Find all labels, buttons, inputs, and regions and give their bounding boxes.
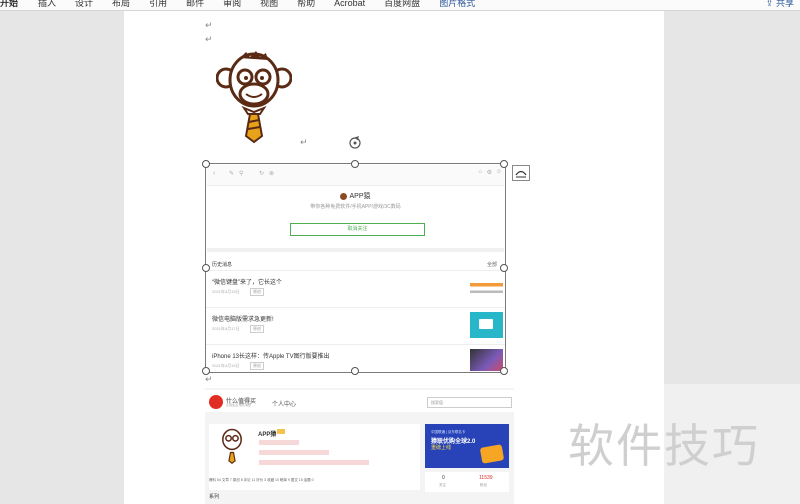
user-profile-card: APP猿 爆料 54 文章 7 原创 8 评论 11 好价 3 收藏 10 晒单… <box>209 424 420 490</box>
original-tag: 原创 <box>250 288 264 296</box>
article-title: 微信电脑版需求急更新! <box>212 317 274 323</box>
blurred-text <box>259 450 329 455</box>
tab-acrobat[interactable]: Acrobat <box>334 0 365 9</box>
layout-options-icon <box>515 170 527 178</box>
banner-subtitle: 重磅上线 <box>431 445 452 451</box>
share-icon: ⇪ <box>765 0 774 8</box>
personal-center-link[interactable]: 个人中心 <box>272 399 296 408</box>
share-label: 共享 <box>775 0 794 8</box>
resize-handle-bottom[interactable] <box>351 367 359 375</box>
paragraph-mark: ↵ <box>300 137 308 147</box>
paragraph-mark: ↵ <box>205 20 213 30</box>
tab-layout[interactable]: 布局 <box>112 0 130 9</box>
tab-design[interactable]: 设计 <box>75 0 93 9</box>
following-count: 0 <box>442 475 445 481</box>
app-avatar-icon <box>340 192 348 200</box>
close-icon: ⊗ <box>269 171 275 177</box>
banner-illustration <box>479 444 505 464</box>
resize-handle-top-right[interactable] <box>500 160 508 168</box>
history-messages-title: 历史消息 <box>212 262 233 268</box>
tab-picture-format[interactable]: 图片格式 <box>439 0 475 9</box>
app-name: APP猿 <box>206 191 505 201</box>
follow-count-box: 0 11539 关注 粉丝 <box>425 472 509 492</box>
tab-review[interactable]: 审阅 <box>223 0 241 9</box>
promo-banner[interactable]: 中国联通 | 京东联名卡 猿联优购全球2.0 重磅上线 <box>425 424 509 468</box>
tab-view[interactable]: 视图 <box>260 0 278 9</box>
user-stats-row: 爆料 54 文章 7 原创 8 评论 11 好价 3 收藏 10 晒单 9 图文… <box>209 478 314 482</box>
blurred-text <box>259 440 299 445</box>
list-item[interactable]: 微信电脑版需求急更新! 2021年4月17日 原创 <box>206 307 505 344</box>
user-avatar <box>222 428 242 464</box>
article-thumbnail <box>470 275 503 301</box>
refresh-icon: ↻ <box>259 171 265 177</box>
article-thumbnail <box>470 349 503 371</box>
resize-handle-left[interactable] <box>202 264 210 272</box>
original-tag: 原创 <box>250 325 264 333</box>
article-title: “微信键盘”来了，它长这个 <box>212 280 282 286</box>
user-name: APP猿 <box>258 432 277 438</box>
smzdm-logo-icon <box>209 395 223 409</box>
home-icon: ⌂ <box>478 169 482 175</box>
article-date: 2021年4月15日 <box>212 363 240 368</box>
smzdm-header: 什么值得买 认真生活 快乐消费 个人中心 搜索值 <box>205 390 514 412</box>
rotate-handle-icon[interactable] <box>348 136 362 150</box>
app-description: 带你各种免费软件/手机APP/游戏/3C数码 <box>310 204 401 210</box>
following-label: 关注 <box>439 483 446 487</box>
article-date: 2021年4月19日 <box>212 289 240 294</box>
site-slogan: 认真生活 快乐消费 <box>226 403 251 407</box>
monkey-logo-image[interactable] <box>216 50 292 144</box>
resize-handle-top[interactable] <box>351 160 359 168</box>
paragraph-mark: ↵ <box>205 34 213 44</box>
unfollow-button[interactable]: 取消关注 <box>290 223 425 236</box>
ribbon-tab-list: 开始 插入 设计 布局 引用 邮件 审阅 视图 帮助 Acrobat 百度网盘 … <box>0 0 475 9</box>
tab-insert[interactable]: 插入 <box>38 0 56 9</box>
level-badge <box>277 429 286 434</box>
tab-references[interactable]: 引用 <box>149 0 167 9</box>
resize-handle-right[interactable] <box>500 264 508 272</box>
original-tag: 原创 <box>250 362 264 370</box>
follower-label: 粉丝 <box>480 483 487 487</box>
article-thumbnail <box>470 312 503 338</box>
smzdm-screenshot-image[interactable]: 什么值得买 认真生活 快乐消费 个人中心 搜索值 APP猿 爆料 54 文章 7… <box>205 388 514 504</box>
monitor-shape <box>479 319 493 329</box>
list-item[interactable]: iPhone 13长这样：传Apple TV图行版要推出 2021年4月15日 … <box>206 344 505 381</box>
phone-browser-toolbar: ‹ ✎ ⚲ ↻ ⊗ ⌂ ⚙ ☺ <box>207 165 504 186</box>
user-icon: ☺ <box>495 169 502 175</box>
tab-home[interactable]: 开始 <box>0 0 18 9</box>
section-divider <box>207 248 504 252</box>
search-input[interactable]: 搜索值 <box>427 397 512 408</box>
tab-help[interactable]: 帮助 <box>297 0 315 9</box>
resize-handle-bottom-left[interactable] <box>202 367 210 375</box>
article-title: iPhone 13长这样：传Apple TV图行版要推出 <box>212 354 330 360</box>
series-label: 系列 <box>209 494 220 500</box>
layout-options-button[interactable] <box>512 165 530 181</box>
share-button[interactable]: ⇪ 共享 <box>766 0 794 9</box>
resize-handle-top-left[interactable] <box>202 160 210 168</box>
watermark-text: 软件技巧 <box>568 419 760 473</box>
link-icon: ⚲ <box>239 171 244 177</box>
banner-small-text: 中国联通 | 京东联名卡 <box>431 430 466 434</box>
tab-baidu-netdisk[interactable]: 百度网盘 <box>384 0 420 9</box>
selected-screenshot-image[interactable]: ‹ ✎ ⚲ ↻ ⊗ ⌂ ⚙ ☺ APP猿 带你各种免费软件/手机APP/游戏/3… <box>205 163 506 373</box>
resize-handle-bottom-right[interactable] <box>500 367 508 375</box>
settings-icon: ⚙ <box>486 170 492 176</box>
tab-mailings[interactable]: 邮件 <box>186 0 204 9</box>
list-item[interactable]: “微信键盘”来了，它长这个 2021年4月19日 原创 <box>206 270 505 307</box>
follower-count: 11539 <box>479 475 493 481</box>
edit-icon: ✎ <box>229 171 235 177</box>
blurred-text <box>259 460 369 465</box>
all-link[interactable]: 全部 <box>487 261 497 268</box>
article-date: 2021年4月17日 <box>212 326 240 331</box>
ribbon-tabs-bar: 开始 插入 设计 布局 引用 邮件 审阅 视图 帮助 Acrobat 百度网盘 … <box>0 0 800 11</box>
back-icon: ‹ <box>213 170 216 177</box>
